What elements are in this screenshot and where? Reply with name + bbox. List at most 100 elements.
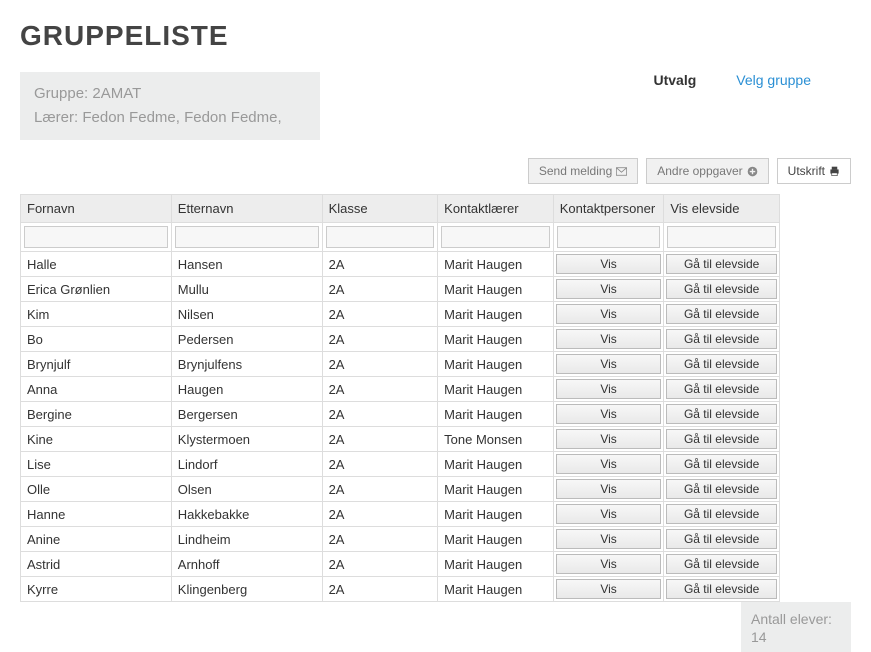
col-kontaktlarer[interactable]: Kontaktlærer: [438, 195, 554, 223]
cell-etternavn: Lindheim: [171, 527, 322, 552]
ga-til-elevside-button[interactable]: Gå til elevside: [666, 454, 777, 474]
vis-button[interactable]: Vis: [556, 454, 662, 474]
cell-klasse: 2A: [322, 477, 438, 502]
cell-kontaktpersoner: Vis: [553, 477, 664, 502]
vis-button[interactable]: Vis: [556, 404, 662, 424]
filter-row: [21, 223, 780, 252]
cell-fornavn: Anine: [21, 527, 172, 552]
page-title: GRUPPELISTE: [20, 20, 851, 52]
header-row: Gruppe: 2AMAT Lærer: Fedon Fedme, Fedon …: [20, 72, 851, 140]
send-message-label: Send melding: [539, 164, 612, 178]
ga-til-elevside-button[interactable]: Gå til elevside: [666, 579, 777, 599]
col-fornavn[interactable]: Fornavn: [21, 195, 172, 223]
table-row: KimNilsen2AMarit HaugenVisGå til elevsid…: [21, 302, 780, 327]
cell-vis-elevside: Gå til elevside: [664, 477, 780, 502]
selection-label: Utvalg: [653, 72, 696, 88]
group-label: Gruppe:: [34, 85, 88, 102]
cell-etternavn: Mullu: [171, 277, 322, 302]
cell-etternavn: Olsen: [171, 477, 322, 502]
vis-button[interactable]: Vis: [556, 579, 662, 599]
count-box: Antall elever: 14: [741, 602, 851, 652]
envelope-icon: [616, 166, 627, 177]
group-name: 2AMAT: [92, 85, 141, 102]
filter-klasse[interactable]: [326, 226, 435, 248]
cell-kontaktlarer: Marit Haugen: [438, 452, 554, 477]
student-table: Fornavn Etternavn Klasse Kontaktlærer Ko…: [20, 194, 780, 602]
table-wrap: Fornavn Etternavn Klasse Kontaktlærer Ko…: [20, 194, 780, 602]
table-row: Erica GrønlienMullu2AMarit HaugenVisGå t…: [21, 277, 780, 302]
col-vis-elevside[interactable]: Vis elevside: [664, 195, 780, 223]
vis-button[interactable]: Vis: [556, 504, 662, 524]
cell-vis-elevside: Gå til elevside: [664, 302, 780, 327]
cell-fornavn: Erica Grønlien: [21, 277, 172, 302]
cell-kontaktlarer: Tone Monsen: [438, 427, 554, 452]
cell-klasse: 2A: [322, 327, 438, 352]
cell-kontaktpersoner: Vis: [553, 502, 664, 527]
vis-button[interactable]: Vis: [556, 354, 662, 374]
ga-til-elevside-button[interactable]: Gå til elevside: [666, 379, 777, 399]
table-row: AnnaHaugen2AMarit HaugenVisGå til elevsi…: [21, 377, 780, 402]
cell-etternavn: Klystermoen: [171, 427, 322, 452]
group-info-box: Gruppe: 2AMAT Lærer: Fedon Fedme, Fedon …: [20, 72, 320, 140]
filter-vis-elevside[interactable]: [667, 226, 776, 248]
ga-til-elevside-button[interactable]: Gå til elevside: [666, 554, 777, 574]
cell-fornavn: Halle: [21, 252, 172, 277]
ga-til-elevside-button[interactable]: Gå til elevside: [666, 529, 777, 549]
cell-vis-elevside: Gå til elevside: [664, 352, 780, 377]
cell-kontaktpersoner: Vis: [553, 402, 664, 427]
cell-etternavn: Brynjulfens: [171, 352, 322, 377]
filter-kontaktpersoner[interactable]: [557, 226, 661, 248]
ga-til-elevside-button[interactable]: Gå til elevside: [666, 404, 777, 424]
vis-button[interactable]: Vis: [556, 554, 662, 574]
other-tasks-button[interactable]: Andre oppgaver: [646, 158, 768, 184]
cell-etternavn: Hakkebakke: [171, 502, 322, 527]
cell-fornavn: Bergine: [21, 402, 172, 427]
vis-button[interactable]: Vis: [556, 329, 662, 349]
cell-etternavn: Arnhoff: [171, 552, 322, 577]
count-label: Antall elever:: [751, 611, 832, 627]
cell-vis-elevside: Gå til elevside: [664, 552, 780, 577]
ga-til-elevside-button[interactable]: Gå til elevside: [666, 479, 777, 499]
toolbar: Send melding Andre oppgaver Utskrift: [20, 158, 851, 184]
vis-button[interactable]: Vis: [556, 304, 662, 324]
cell-klasse: 2A: [322, 252, 438, 277]
vis-button[interactable]: Vis: [556, 254, 662, 274]
cell-kontaktlarer: Marit Haugen: [438, 577, 554, 602]
send-message-button[interactable]: Send melding: [528, 158, 638, 184]
cell-etternavn: Nilsen: [171, 302, 322, 327]
vis-button[interactable]: Vis: [556, 429, 662, 449]
col-etternavn[interactable]: Etternavn: [171, 195, 322, 223]
cell-klasse: 2A: [322, 552, 438, 577]
filter-etternavn[interactable]: [175, 226, 319, 248]
cell-klasse: 2A: [322, 377, 438, 402]
ga-til-elevside-button[interactable]: Gå til elevside: [666, 329, 777, 349]
print-button[interactable]: Utskrift: [777, 158, 851, 184]
cell-vis-elevside: Gå til elevside: [664, 402, 780, 427]
cell-fornavn: Hanne: [21, 502, 172, 527]
cell-kontaktpersoner: Vis: [553, 352, 664, 377]
col-klasse[interactable]: Klasse: [322, 195, 438, 223]
col-kontaktpersoner[interactable]: Kontaktpersoner: [553, 195, 664, 223]
ga-til-elevside-button[interactable]: Gå til elevside: [666, 279, 777, 299]
cell-kontaktlarer: Marit Haugen: [438, 552, 554, 577]
cell-kontaktpersoner: Vis: [553, 302, 664, 327]
vis-button[interactable]: Vis: [556, 279, 662, 299]
vis-button[interactable]: Vis: [556, 529, 662, 549]
ga-til-elevside-button[interactable]: Gå til elevside: [666, 354, 777, 374]
ga-til-elevside-button[interactable]: Gå til elevside: [666, 304, 777, 324]
cell-kontaktpersoner: Vis: [553, 452, 664, 477]
filter-kontaktlarer[interactable]: [441, 226, 550, 248]
cell-fornavn: Lise: [21, 452, 172, 477]
cell-kontaktlarer: Marit Haugen: [438, 352, 554, 377]
ga-til-elevside-button[interactable]: Gå til elevside: [666, 504, 777, 524]
cell-kontaktlarer: Marit Haugen: [438, 277, 554, 302]
selection-area: Utvalg Velg gruppe: [653, 72, 851, 88]
ga-til-elevside-button[interactable]: Gå til elevside: [666, 429, 777, 449]
select-group-link[interactable]: Velg gruppe: [736, 72, 811, 88]
vis-button[interactable]: Vis: [556, 479, 662, 499]
ga-til-elevside-button[interactable]: Gå til elevside: [666, 254, 777, 274]
cell-vis-elevside: Gå til elevside: [664, 452, 780, 477]
cell-fornavn: Kim: [21, 302, 172, 327]
vis-button[interactable]: Vis: [556, 379, 662, 399]
filter-fornavn[interactable]: [24, 226, 168, 248]
